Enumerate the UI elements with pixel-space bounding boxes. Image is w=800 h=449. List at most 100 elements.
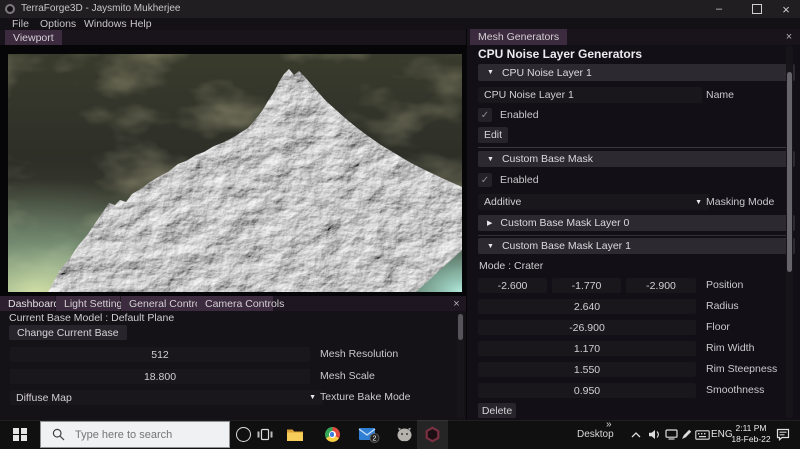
header-cpu-noise-layer-1[interactable]: ▼ CPU Noise Layer 1 <box>478 64 795 81</box>
mesh-resolution-input[interactable]: 512 <box>10 347 310 362</box>
show-hidden-icons-button[interactable] <box>628 420 644 449</box>
clock-date: 18-Feb-22 <box>731 434 771 444</box>
tab-mesh-generators[interactable]: Mesh Generators <box>470 29 568 45</box>
edit-button[interactable]: Edit <box>478 127 508 143</box>
pen-icon <box>681 429 691 439</box>
texture-bake-mode-combo[interactable]: Diffuse Map ▼ <box>10 390 323 405</box>
menu-help[interactable]: Help <box>130 18 152 30</box>
pen-button[interactable] <box>679 420 693 449</box>
chevron-down-icon: ▼ <box>309 394 316 401</box>
smoothness-input[interactable]: 0.950 <box>478 383 696 398</box>
mode-crater-text: Mode : Crater <box>479 260 544 272</box>
collapse-collapsed-icon: ▶ <box>487 220 493 227</box>
radius-label: Radius <box>706 300 739 312</box>
rim-width-input[interactable]: 1.170 <box>478 341 696 356</box>
delete-button[interactable]: Delete <box>478 403 516 418</box>
menu-file[interactable]: File <box>12 18 29 30</box>
mesh-resolution-label: Mesh Resolution <box>320 348 399 360</box>
floor-label: Floor <box>706 321 730 333</box>
layer-name-input[interactable]: CPU Noise Layer 1 <box>478 87 702 103</box>
position-y-input[interactable]: -1.770 <box>552 278 621 293</box>
collapse-expanded-icon: ▼ <box>487 69 494 76</box>
header-custom-base-mask-layer-1[interactable]: ▼ Custom Base Mask Layer 1 <box>478 238 795 254</box>
mask-enabled-label: Enabled <box>500 174 539 186</box>
action-center-icon <box>776 428 790 441</box>
svg-text:2: 2 <box>373 435 377 442</box>
current-base-model-text: Current Base Model : Default Plane <box>9 312 175 324</box>
folder-icon <box>287 429 303 441</box>
position-z-input[interactable]: -2.900 <box>626 278 696 293</box>
touch-keyboard-button[interactable] <box>693 420 711 449</box>
chevron-up-icon <box>631 431 641 437</box>
menu-options[interactable]: Options <box>40 18 76 30</box>
tab-general-controls[interactable]: General Controls <box>121 296 208 311</box>
change-current-base-button[interactable]: Change Current Base <box>9 325 127 340</box>
network-button[interactable] <box>663 420 679 449</box>
app-window: TerraForge3D - Jaysmito Mukherjee – × Fi… <box>0 0 800 449</box>
tab-viewport[interactable]: Viewport <box>5 30 62 45</box>
header-label: CPU Noise Layer 1 <box>501 66 592 79</box>
tab-dashboard[interactable]: Dashboard <box>0 296 59 311</box>
network-icon <box>664 429 678 440</box>
close-window-button[interactable]: × <box>772 0 800 18</box>
clock[interactable]: 2:11 PM 18-Feb-22 <box>731 423 771 445</box>
volume-button[interactable] <box>646 420 662 449</box>
position-x-input[interactable]: -2.600 <box>478 278 547 293</box>
mail-icon: 2 <box>358 428 380 443</box>
collapse-expanded-icon: ▼ <box>487 242 494 250</box>
github-desktop-button[interactable] <box>389 420 419 449</box>
speaker-icon <box>648 430 659 439</box>
floor-input[interactable]: -26.900 <box>478 320 696 335</box>
header-custom-base-mask-layer-0[interactable]: ▶ Custom Base Mask Layer 0 <box>478 215 795 231</box>
header-label: Custom Base Mask <box>501 153 593 165</box>
tab-camera-controls[interactable]: Camera Controls <box>197 296 284 311</box>
task-view-button[interactable] <box>250 420 280 449</box>
language-indicator[interactable]: ENG <box>711 420 733 449</box>
task-view-icon <box>257 428 273 441</box>
clock-time: 2:11 PM <box>735 423 767 433</box>
chrome-button[interactable] <box>317 420 347 449</box>
mesh-scale-input[interactable]: 18.800 <box>10 369 310 384</box>
tab-light-setting[interactable]: Light Setting <box>56 296 122 311</box>
toolbar-overflow-icon[interactable]: » <box>606 419 612 430</box>
menu-windows[interactable]: Windows <box>84 18 127 30</box>
position-label: Position <box>706 279 744 291</box>
action-center-button[interactable] <box>773 420 793 449</box>
layer-enabled-label: Enabled <box>500 109 539 121</box>
keyboard-icon <box>694 429 710 440</box>
masking-mode-combo[interactable]: Additive ▼ <box>478 194 709 210</box>
mesh-generators-close-icon[interactable]: × <box>782 30 796 44</box>
masking-mode-value: Additive <box>484 196 522 208</box>
header-custom-base-mask[interactable]: ▼ Custom Base Mask <box>478 151 795 167</box>
mesh-generators-scrollbar-thumb[interactable] <box>787 72 792 272</box>
viewport-render[interactable] <box>8 54 462 292</box>
terraforge-app-button[interactable] <box>417 420 448 449</box>
minimize-button[interactable]: – <box>704 0 734 18</box>
separator <box>478 235 786 236</box>
search-input[interactable] <box>73 427 217 442</box>
rim-steepness-label: Rim Steepness <box>706 363 778 375</box>
dashboard-scrollbar-thumb[interactable] <box>458 314 463 340</box>
mesh-generators-scrollbar[interactable] <box>786 46 793 418</box>
window-title: TerraForge3D - Jaysmito Mukherjee <box>21 3 181 14</box>
dashboard-panel-close-icon[interactable]: × <box>450 297 463 310</box>
github-cat-icon <box>397 427 411 442</box>
file-explorer-button[interactable] <box>280 420 310 449</box>
dashboard-scrollbar[interactable] <box>457 312 464 418</box>
smoothness-label: Smoothness <box>706 384 765 396</box>
header-label: Custom Base Mask Layer 1 <box>501 240 631 252</box>
maximize-button[interactable] <box>742 0 772 18</box>
chevron-down-icon: ▼ <box>695 198 702 206</box>
mask-enabled-checkbox[interactable]: ✓ <box>478 173 492 187</box>
radius-input[interactable]: 2.640 <box>478 299 696 314</box>
start-button[interactable] <box>0 420 40 449</box>
rim-width-label: Rim Width <box>706 342 755 354</box>
mail-button[interactable]: 2 <box>353 420 385 449</box>
windows-logo-icon <box>13 427 27 442</box>
rim-steepness-input[interactable]: 1.550 <box>478 362 696 377</box>
name-label: Name <box>706 89 735 101</box>
search-box[interactable] <box>40 421 230 448</box>
layer-enabled-checkbox[interactable]: ✓ <box>478 108 492 122</box>
viewport-tabbar <box>0 30 466 45</box>
terraforge-hexagon-icon <box>425 426 440 443</box>
